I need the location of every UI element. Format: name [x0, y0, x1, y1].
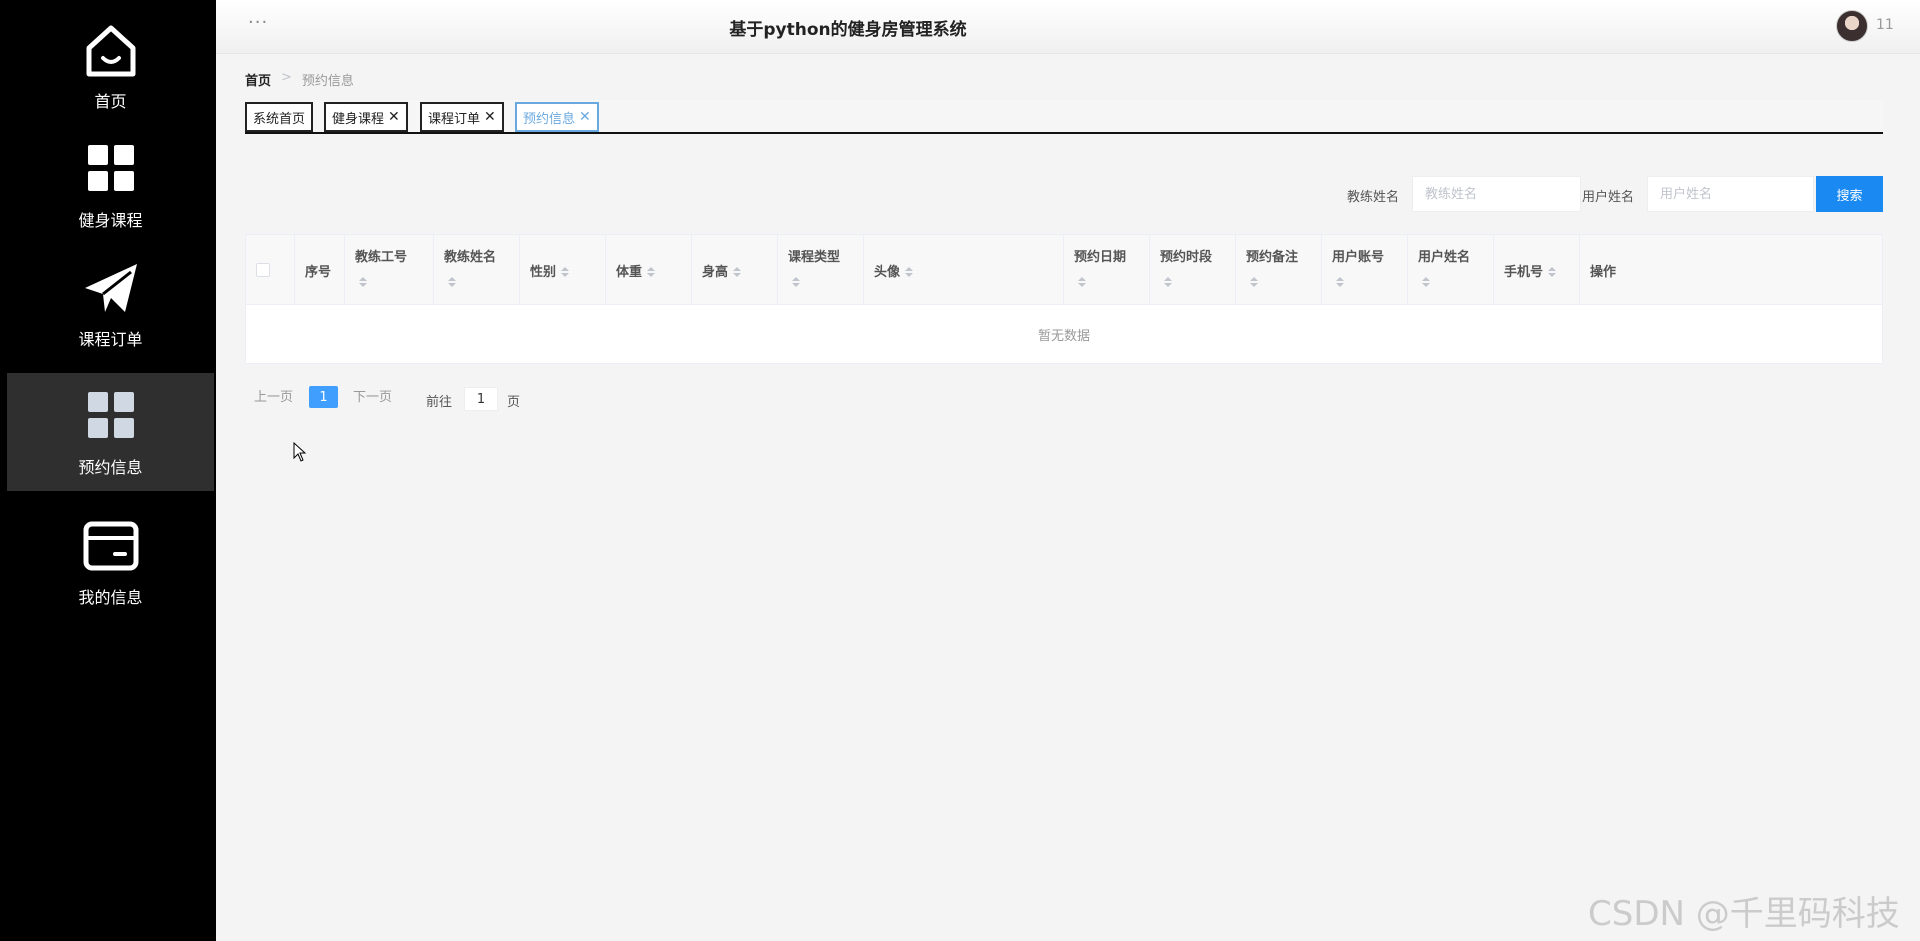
card-icon — [83, 521, 138, 571]
avatar[interactable] — [1836, 10, 1868, 42]
watermark: CSDN @千里码科技 — [1588, 894, 1900, 934]
sidebar: 首页 健身课程 课程订单 预约信息 我的信息 — [0, 0, 216, 941]
page-unit-label: 页 — [507, 395, 521, 410]
close-icon[interactable]: ✕ — [579, 110, 591, 124]
user-name-input[interactable] — [1647, 176, 1814, 212]
mouse-cursor-icon — [293, 442, 307, 462]
appointments-table: 序号 教练工号 教练姓名 性别 体重 身高 课程类型 头像 预约日期 预约时段 — [245, 234, 1883, 364]
column-header[interactable]: 手机号 — [1494, 235, 1580, 305]
tab-course-orders[interactable]: 课程订单 ✕ — [420, 102, 504, 132]
tab-system-home[interactable]: 系统首页 — [245, 102, 314, 132]
sort-icon[interactable] — [1078, 277, 1086, 289]
breadcrumb: 首页 > 预约信息 — [245, 70, 354, 89]
tab-label: 系统首页 — [253, 111, 306, 127]
goto-label: 前往 — [426, 395, 453, 410]
sort-icon[interactable] — [359, 277, 367, 289]
tab-appointments[interactable]: 预约信息 ✕ — [515, 102, 599, 132]
tab-bar: 系统首页 健身课程 ✕ 课程订单 ✕ 预约信息 ✕ — [245, 100, 1883, 134]
column-header[interactable]: 头像 — [864, 235, 1064, 305]
tab-label: 课程订单 — [428, 111, 481, 127]
column-header[interactable]: 用户账号 — [1322, 235, 1408, 305]
prev-page-button[interactable]: 上一页 — [254, 386, 293, 405]
column-header[interactable]: 预约备注 — [1236, 235, 1322, 305]
sort-icon[interactable] — [792, 277, 800, 289]
tab-fitness-courses[interactable]: 健身课程 ✕ — [324, 102, 408, 132]
column-header: 序号 — [295, 235, 345, 305]
column-header[interactable]: 体重 — [606, 235, 692, 305]
sort-icon[interactable] — [647, 266, 656, 279]
app-title: 基于python的健身房管理系统 — [729, 20, 967, 40]
sort-icon[interactable] — [1336, 277, 1344, 289]
sort-icon[interactable] — [1422, 277, 1430, 289]
column-header[interactable]: 预约时段 — [1150, 235, 1236, 305]
close-icon[interactable]: ✕ — [484, 110, 496, 124]
grid-icon — [87, 392, 134, 438]
sidebar-item-label: 健身课程 — [78, 211, 143, 230]
sidebar-item-label: 我的信息 — [78, 588, 143, 607]
close-icon[interactable]: ✕ — [388, 110, 400, 124]
goto-page-input[interactable] — [464, 387, 498, 411]
coach-name-label: 教练姓名 — [1347, 190, 1400, 205]
sidebar-item-appointments[interactable]: 预约信息 — [7, 373, 214, 491]
sort-icon[interactable] — [1164, 277, 1172, 289]
column-header: 操作 — [1590, 265, 1617, 280]
breadcrumb-home[interactable]: 首页 — [245, 70, 271, 89]
home-icon — [86, 25, 135, 77]
top-header: ··· 基于python的健身房管理系统 11 — [216, 0, 1920, 54]
tab-label: 健身课程 — [332, 111, 385, 127]
column-header[interactable]: 教练姓名 — [434, 235, 520, 305]
empty-table-message: 暂无数据 — [1037, 328, 1090, 344]
sidebar-item-home[interactable]: 首页 — [7, 7, 214, 125]
breadcrumb-current: 预约信息 — [301, 74, 354, 89]
column-header[interactable]: 预约日期 — [1064, 235, 1150, 305]
column-header[interactable]: 用户姓名 — [1408, 235, 1494, 305]
column-header[interactable]: 性别 — [520, 235, 606, 305]
sidebar-item-label: 课程订单 — [78, 330, 143, 349]
sort-icon[interactable] — [905, 266, 914, 279]
select-all-checkbox[interactable] — [256, 263, 270, 277]
search-button[interactable]: 搜索 — [1816, 176, 1883, 212]
grid-icon — [87, 145, 134, 191]
username[interactable]: 11 — [1876, 17, 1894, 33]
sort-icon[interactable] — [1548, 266, 1557, 279]
table-header: 序号 教练工号 教练姓名 性别 体重 身高 课程类型 头像 预约日期 预约时段 — [246, 235, 1882, 305]
sidebar-item-fitness-courses[interactable]: 健身课程 — [7, 126, 214, 244]
column-header[interactable]: 身高 — [692, 235, 778, 305]
column-header[interactable]: 课程类型 — [778, 235, 864, 305]
breadcrumb-separator: > — [281, 70, 292, 85]
sidebar-item-label: 首页 — [94, 92, 127, 111]
tab-label: 预约信息 — [523, 111, 576, 127]
sort-icon[interactable] — [733, 266, 742, 279]
paper-plane-icon — [84, 264, 137, 312]
sort-icon[interactable] — [448, 277, 456, 289]
user-name-label: 用户姓名 — [1582, 190, 1635, 205]
column-header[interactable]: 教练工号 — [345, 235, 434, 305]
coach-name-input[interactable] — [1412, 176, 1581, 212]
select-all-column — [246, 235, 295, 305]
sidebar-item-my-info[interactable]: 我的信息 — [7, 503, 214, 621]
sidebar-item-course-orders[interactable]: 课程订单 — [7, 245, 214, 363]
next-page-button[interactable]: 下一页 — [353, 386, 392, 405]
sort-icon[interactable] — [561, 266, 570, 279]
page-number-current[interactable]: 1 — [309, 386, 338, 408]
sidebar-item-label: 预约信息 — [78, 458, 143, 477]
sort-icon[interactable] — [1250, 277, 1258, 289]
